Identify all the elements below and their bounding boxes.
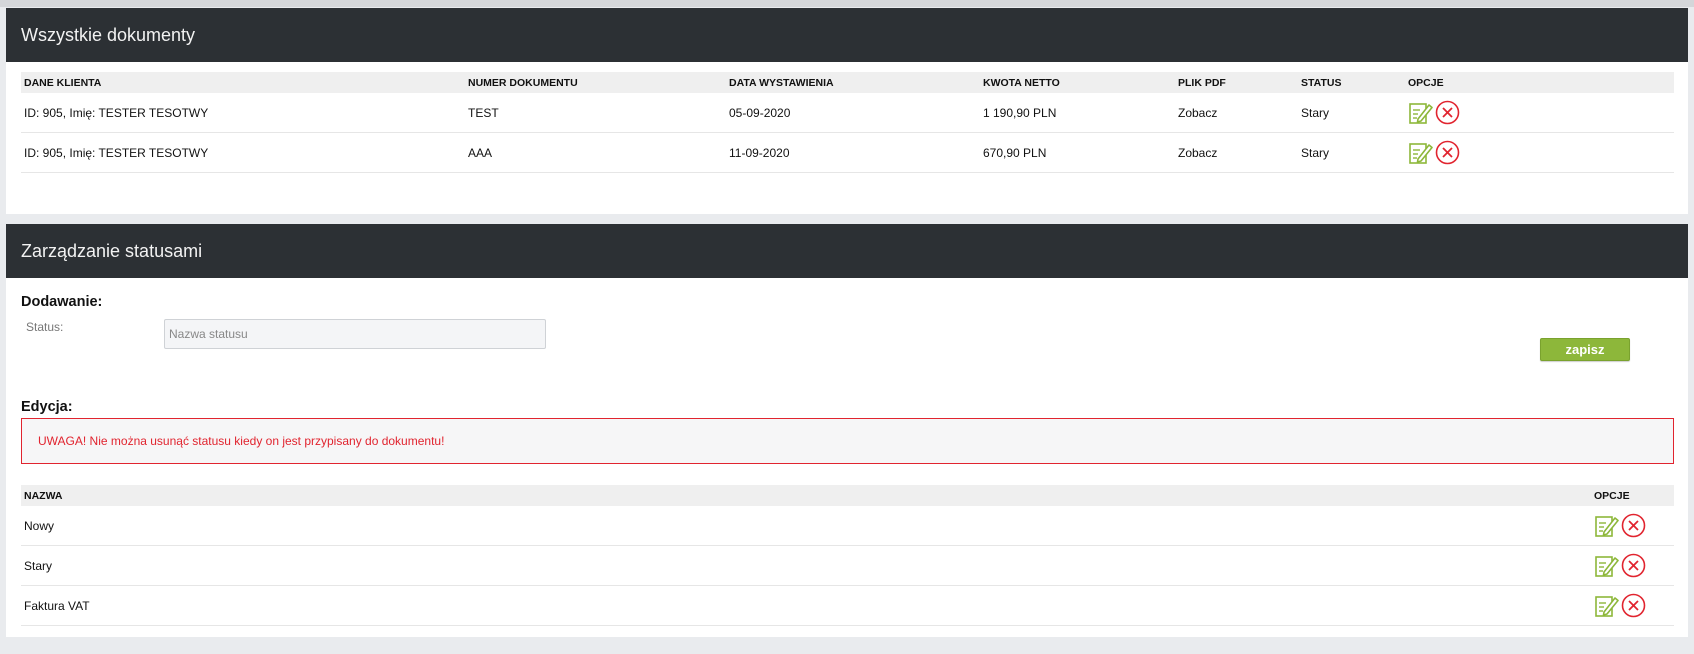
document-row: ID: 905, Imię: TESTER TESOTWY AAA 11-09-… [21,132,1674,173]
status-row: Nowy [21,506,1674,546]
options-cell [1591,585,1674,626]
delete-icon[interactable] [1435,100,1460,125]
number-cell: TEST [465,93,726,133]
statuses-panel: Zarządzanie statusami Dodawanie: Status:… [6,224,1688,637]
delete-icon[interactable] [1621,513,1646,538]
status-name-cell: Stary [21,545,1591,586]
client-cell: ID: 905, Imię: TESTER TESOTWY [21,93,465,133]
top-strip [0,0,1694,7]
options-cell [1405,132,1674,173]
status-name-cell: Faktura VAT [21,585,1591,626]
edit-icon[interactable] [1594,553,1619,578]
statuses-table: NAZWA OPCJE Nowy Stary Faktura VAT [21,485,1674,626]
number-cell: AAA [465,132,726,173]
status-row: Stary [21,545,1674,586]
delete-icon[interactable] [1621,593,1646,618]
add-section-heading: Dodawanie: [21,294,103,310]
edit-icon[interactable] [1408,140,1433,165]
delete-icon[interactable] [1435,140,1460,165]
options-cell [1591,506,1674,546]
pdf-view-link[interactable]: Zobacz [1178,146,1217,160]
status-name-input[interactable] [164,319,546,349]
column-header-client[interactable]: DANE KLIENTA [21,72,465,93]
edit-section-heading: Edycja: [21,399,73,415]
save-button[interactable]: zapisz [1540,338,1630,361]
column-header-options: OPCJE [1405,72,1674,93]
documents-panel: Wszystkie dokumenty DANE KLIENTA NUMER D… [6,8,1688,214]
status-field-label: Status: [26,320,64,334]
warning-alert: UWAGA! Nie można usunąć statusu kiedy on… [21,418,1674,464]
amount-cell: 670,90 PLN [980,132,1175,173]
column-header-date[interactable]: DATA WYSTAWIENIA [726,72,980,93]
documents-panel-title: Wszystkie dokumenty [6,8,1688,62]
statuses-table-header: NAZWA OPCJE [21,485,1674,506]
date-cell: 11-09-2020 [726,132,980,173]
options-cell [1405,93,1674,133]
pdf-cell: Zobacz [1175,93,1298,133]
status-row: Faktura VAT [21,585,1674,626]
pdf-cell: Zobacz [1175,132,1298,173]
column-header-pdf[interactable]: PLIK PDF [1175,72,1298,93]
edit-icon[interactable] [1594,513,1619,538]
column-header-name[interactable]: NAZWA [21,485,1591,506]
edit-icon[interactable] [1594,593,1619,618]
edit-icon[interactable] [1408,100,1433,125]
document-row: ID: 905, Imię: TESTER TESOTWY TEST 05-09… [21,93,1674,133]
documents-table-header: DANE KLIENTA NUMER DOKUMENTU DATA WYSTAW… [21,72,1674,93]
date-cell: 05-09-2020 [726,93,980,133]
column-header-status[interactable]: STATUS [1298,72,1405,93]
amount-cell: 1 190,90 PLN [980,93,1175,133]
column-header-options: OPCJE [1591,485,1674,506]
column-header-amount[interactable]: KWOTA NETTO [980,72,1175,93]
pdf-view-link[interactable]: Zobacz [1178,106,1217,120]
documents-table: DANE KLIENTA NUMER DOKUMENTU DATA WYSTAW… [21,72,1674,173]
status-cell: Stary [1298,132,1405,173]
options-cell [1591,545,1674,586]
status-name-cell: Nowy [21,506,1591,546]
status-cell: Stary [1298,93,1405,133]
client-cell: ID: 905, Imię: TESTER TESOTWY [21,132,465,173]
column-header-number[interactable]: NUMER DOKUMENTU [465,72,726,93]
delete-icon[interactable] [1621,553,1646,578]
statuses-panel-title: Zarządzanie statusami [6,224,1688,278]
